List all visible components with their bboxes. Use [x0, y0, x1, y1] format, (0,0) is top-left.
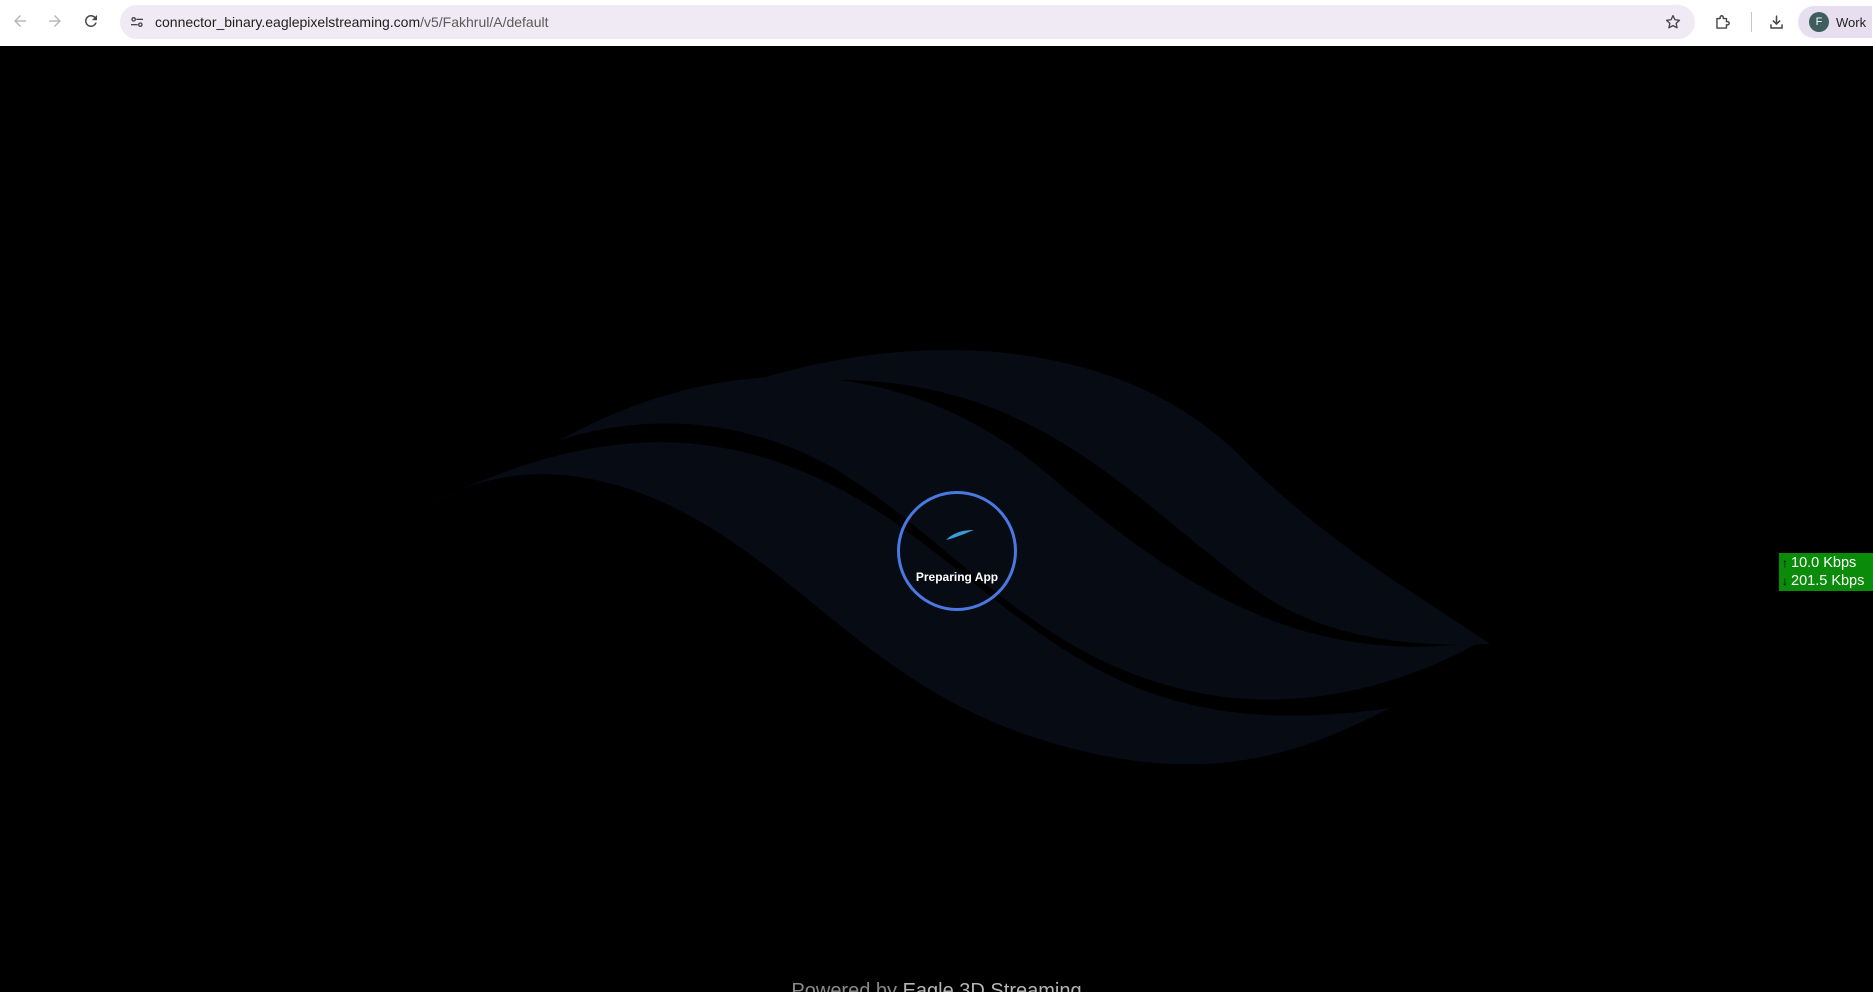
- url-host: connector_binary.eaglepixelstreaming.com: [155, 14, 421, 30]
- url-text[interactable]: connector_binary.eaglepixelstreaming.com…: [155, 14, 549, 30]
- upload-arrow-icon: ↑: [1782, 556, 1788, 570]
- browser-toolbar: connector_binary.eaglepixelstreaming.com…: [0, 0, 1873, 46]
- download-icon: [1769, 14, 1783, 29]
- extensions-button[interactable]: [1709, 9, 1735, 35]
- footer-prefix: Powered by: [791, 980, 898, 992]
- profile-button[interactable]: F Work: [1798, 6, 1872, 38]
- downloads-button[interactable]: [1763, 9, 1789, 35]
- avatar: F: [1809, 12, 1829, 32]
- back-arrow-icon: [14, 15, 26, 27]
- forward-button[interactable]: [43, 9, 67, 33]
- upload-stat: ↑ 10.0 Kbps: [1779, 554, 1873, 572]
- footer-brand: Eagle 3D Streaming: [902, 980, 1082, 992]
- back-button[interactable]: [8, 9, 32, 33]
- toolbar-divider: [1751, 12, 1752, 32]
- bookmark-button[interactable]: [1661, 10, 1685, 34]
- loading-indicator: Preparing App: [897, 491, 1017, 611]
- download-arrow-icon: ↓: [1782, 574, 1788, 588]
- swoosh-icon: [946, 530, 974, 540]
- forward-arrow-icon: [49, 15, 61, 27]
- reload-icon: [84, 14, 97, 27]
- profile-label: Work: [1836, 14, 1867, 30]
- url-path: /v5/Fakhrul/A/default: [420, 14, 549, 30]
- download-rate: 201.5 Kbps: [1791, 573, 1865, 589]
- download-stat: ↓ 201.5 Kbps: [1779, 572, 1873, 590]
- network-stats-overlay: ↑ 10.0 Kbps ↓ 201.5 Kbps: [1779, 553, 1873, 591]
- tune-icon: [131, 17, 143, 27]
- star-icon: [1665, 14, 1681, 29]
- loading-text: Preparing App: [915, 570, 999, 584]
- site-info-button[interactable]: [125, 10, 149, 34]
- streaming-viewport[interactable]: Preparing App ↑ 10.0 Kbps ↓ 201.5 Kbps P…: [0, 46, 1873, 992]
- address-bar[interactable]: connector_binary.eaglepixelstreaming.com…: [120, 5, 1695, 39]
- puzzle-icon: [1715, 14, 1730, 29]
- powered-by-footer: Powered by Eagle 3D Streaming: [0, 980, 1873, 992]
- upload-rate: 10.0 Kbps: [1791, 555, 1857, 571]
- reload-button[interactable]: [79, 9, 103, 33]
